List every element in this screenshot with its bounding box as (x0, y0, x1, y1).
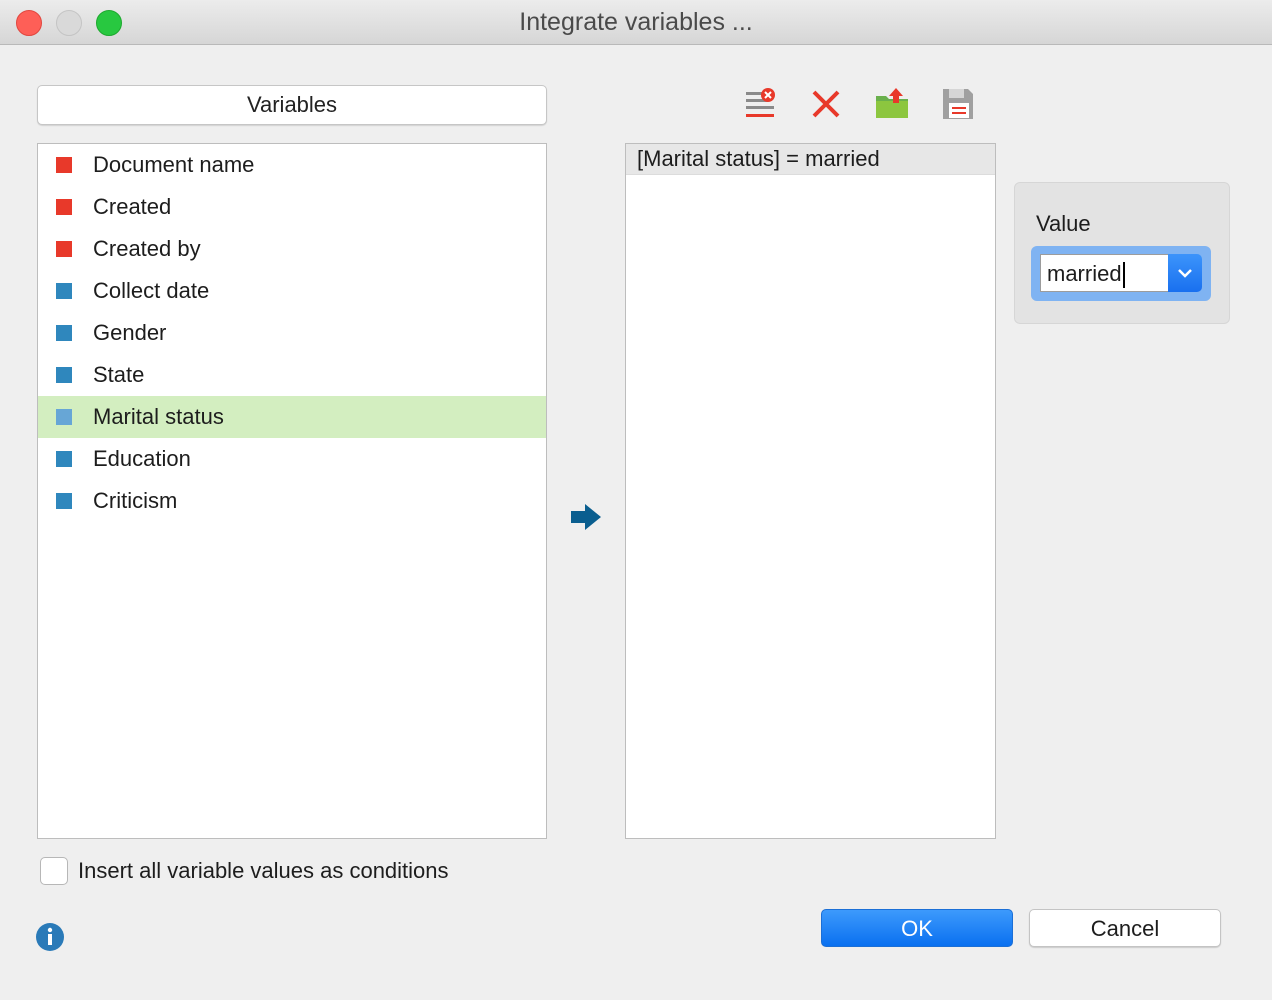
condition-row[interactable]: [Marital status] = married (626, 144, 995, 175)
list-item[interactable]: Criticism (38, 480, 546, 522)
save-icon[interactable] (940, 86, 976, 122)
value-input[interactable]: married (1040, 254, 1168, 292)
clear-list-icon[interactable] (743, 86, 779, 122)
variable-type-icon (56, 409, 72, 425)
variable-type-icon (56, 493, 72, 509)
insert-all-label[interactable]: Insert all variable values as conditions (78, 858, 449, 884)
value-combobox[interactable]: married (1031, 246, 1211, 301)
text-caret (1122, 262, 1125, 289)
delete-icon[interactable] (808, 86, 844, 122)
conditions-list[interactable]: [Marital status] = married (625, 143, 996, 839)
variable-type-icon (56, 199, 72, 215)
list-item[interactable]: Created by (38, 228, 546, 270)
list-item[interactable]: Collect date (38, 270, 546, 312)
info-icon[interactable] (35, 922, 65, 952)
variable-label: Created by (93, 236, 201, 261)
value-label: Value (1036, 211, 1091, 236)
variable-type-icon (56, 157, 72, 173)
list-item[interactable]: Education (38, 438, 546, 480)
variable-label: Education (93, 446, 191, 471)
variable-label: Created (93, 194, 172, 219)
chevron-down-icon (1178, 269, 1192, 278)
insert-all-checkbox[interactable] (40, 857, 68, 885)
list-item[interactable]: Document name (38, 144, 546, 186)
variable-label: State (93, 362, 145, 387)
variable-type-icon (56, 283, 72, 299)
list-item[interactable]: Created (38, 186, 546, 228)
variable-type-icon (56, 241, 72, 257)
variable-label: Document name (93, 152, 255, 177)
variable-label: Gender (93, 320, 167, 345)
transfer-arrow-icon[interactable] (570, 503, 602, 531)
open-folder-icon[interactable] (874, 86, 910, 122)
variable-type-icon (56, 367, 72, 383)
variable-label: Criticism (93, 488, 178, 513)
ok-button[interactable]: OK (821, 909, 1013, 947)
integrate-variables-dialog: Integrate variables ... Variables Docume… (0, 0, 1272, 1000)
variable-label: Collect date (93, 278, 210, 303)
variable-type-icon (56, 451, 72, 467)
variables-list[interactable]: Document name Created Created by Collect… (37, 143, 547, 839)
cancel-button[interactable]: Cancel (1029, 909, 1221, 947)
list-item[interactable]: State (38, 354, 546, 396)
value-input-text: married (1047, 261, 1122, 286)
value-dropdown-button[interactable] (1168, 254, 1202, 292)
variable-label: Marital status (93, 404, 224, 429)
title-bar: Integrate variables ... (0, 0, 1272, 45)
list-item-selected[interactable]: Marital status (38, 396, 546, 438)
value-panel: Value married (1014, 182, 1230, 324)
list-item[interactable]: Gender (38, 312, 546, 354)
window-title: Integrate variables ... (519, 8, 753, 36)
variables-column-header[interactable]: Variables (37, 85, 547, 125)
variable-type-icon (56, 325, 72, 341)
